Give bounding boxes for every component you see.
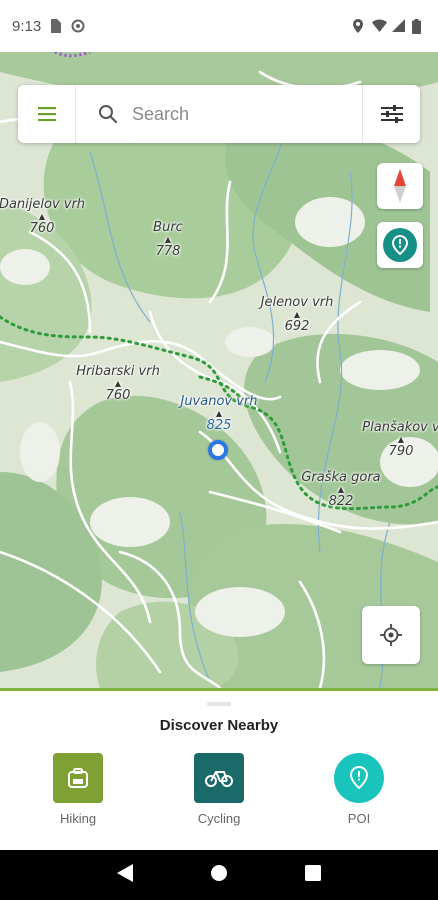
system-nav-bar — [0, 850, 438, 900]
recents-square-icon — [305, 864, 322, 881]
peak-name: Planšakov v — [362, 420, 438, 435]
crosshair-icon — [380, 624, 402, 646]
peak-elevation: 760 — [29, 221, 55, 236]
back-button[interactable] — [116, 863, 133, 887]
location-status-icon — [352, 19, 366, 33]
menu-button[interactable] — [18, 85, 76, 143]
map-view[interactable]: Danijelov vrh ▲ 760 Burc ▲ 778 Jelenov v… — [0, 52, 438, 688]
peak-name: Burc — [153, 220, 183, 235]
back-triangle-icon — [116, 863, 133, 882]
peak-name: Danijelov vrh — [0, 197, 86, 212]
peak-triangle-icon: ▲ — [397, 435, 405, 444]
peak-triangle-icon: ▲ — [293, 310, 301, 319]
peak-elevation: 692 — [284, 319, 310, 334]
peak-elevation: 822 — [328, 494, 354, 509]
peak-elevation: 760 — [105, 388, 131, 403]
peak-name: Jelenov vrh — [260, 295, 334, 310]
peak-elevation: 825 — [206, 418, 232, 433]
data-saver-icon — [71, 19, 85, 33]
recents-button[interactable] — [305, 864, 322, 886]
poi-tile — [334, 753, 384, 803]
peak-label[interactable]: Hribarski vrh ▲ 760 — [76, 364, 160, 403]
backpack-icon — [68, 768, 88, 788]
search-input[interactable] — [132, 103, 332, 125]
hiking-tile — [53, 753, 103, 803]
home-button[interactable] — [210, 864, 228, 887]
peak-triangle-icon: ▲ — [114, 379, 122, 388]
category-label: Cycling — [197, 811, 241, 826]
category-cycling[interactable]: Cycling — [179, 753, 259, 826]
peak-triangle-icon: ▲ — [337, 485, 345, 494]
search-bar — [18, 85, 420, 143]
terrain-map — [0, 52, 438, 688]
wifi-icon — [372, 19, 387, 33]
bicycle-icon — [205, 771, 233, 787]
poi-marker-icon — [392, 235, 408, 255]
category-label: POI — [347, 811, 371, 826]
peak-label[interactable]: Juvanov vrh ▲ 825 — [180, 394, 257, 433]
category-label: Hiking — [59, 811, 97, 826]
peak-label[interactable]: Planšakov v ▲ 790 — [362, 420, 438, 459]
peak-label[interactable]: Danijelov vrh ▲ 760 — [0, 197, 85, 236]
battery-icon — [412, 19, 426, 34]
filter-button[interactable] — [362, 85, 420, 143]
poi-layer-button[interactable] — [377, 222, 423, 268]
peak-label[interactable]: Burc ▲ 778 — [153, 220, 183, 259]
sheet-drag-handle[interactable] — [207, 702, 231, 706]
my-location-button[interactable] — [362, 606, 420, 664]
current-location-marker — [208, 440, 228, 460]
sim-card-icon — [49, 19, 63, 33]
status-time: 9:13 — [12, 17, 42, 35]
peak-label[interactable]: Graška gora ▲ 822 — [301, 470, 380, 509]
category-hiking[interactable]: Hiking — [38, 753, 118, 826]
search-area[interactable] — [76, 85, 362, 143]
category-poi[interactable]: POI — [319, 753, 399, 826]
peak-triangle-icon: ▲ — [215, 409, 223, 418]
peak-name: Hribarski vrh — [76, 364, 160, 379]
cell-signal-icon — [392, 19, 406, 33]
hamburger-menu-icon — [37, 107, 56, 121]
poi-marker-icon — [350, 766, 368, 790]
cycling-tile — [194, 753, 244, 803]
status-bar: 9:13 — [0, 0, 438, 52]
home-circle-icon — [210, 864, 227, 881]
sheet-title: Discover Nearby — [159, 717, 279, 734]
sliders-icon — [380, 105, 403, 123]
search-icon — [99, 105, 118, 124]
peak-name: Graška gora — [301, 470, 381, 485]
peak-elevation: 778 — [155, 244, 181, 259]
peak-triangle-icon: ▲ — [164, 235, 172, 244]
compass-button[interactable] — [377, 163, 423, 209]
discover-sheet[interactable]: Discover Nearby Hiking Cycling POI — [0, 688, 438, 850]
peak-name: Juvanov vrh — [180, 394, 258, 409]
compass-icon — [394, 169, 406, 203]
peak-triangle-icon: ▲ — [38, 212, 46, 221]
peak-label[interactable]: Jelenov vrh ▲ 692 — [261, 295, 334, 334]
peak-elevation: 790 — [388, 444, 414, 459]
